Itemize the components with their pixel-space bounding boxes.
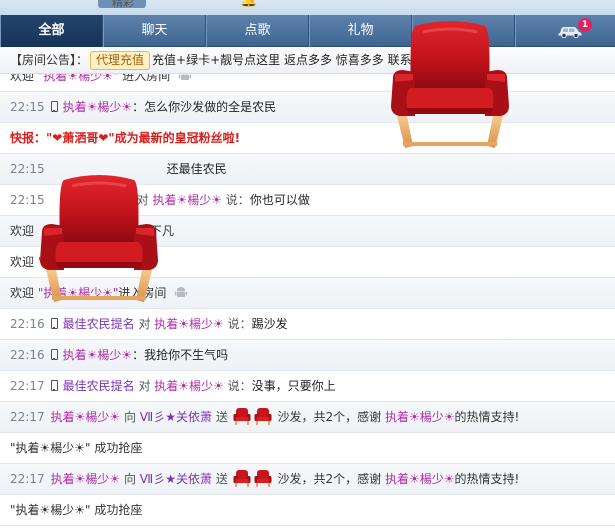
chat-room-window: 精彩 🔔 全部 聊天 点歌 礼物 1 【房间公告】： 代理充值 充值+绿卡+靓号点这… [0, 0, 615, 529]
sofa-chair-icon [40, 175, 158, 302]
user-nick[interactable]: 最佳农民提名 [63, 317, 135, 331]
message-row: 快报："❤萧洒哥❤"成为最新的皇冠粉丝啦! [0, 123, 615, 154]
message-time: 22:17 [10, 472, 45, 486]
user-nick[interactable]: 执着☀楊少☀ [385, 410, 455, 424]
phone-icon [50, 380, 58, 391]
user-nick[interactable]: "执着☀楊少☀" [38, 74, 119, 83]
sofa-chair-icon [233, 470, 251, 487]
message-text: 我抢你不生气吗 [144, 348, 229, 362]
tab-chat[interactable]: 聊天 [103, 15, 206, 47]
user-nick[interactable]: 执着☀楊少☀ [154, 317, 224, 331]
user-nick[interactable]: 执着☀楊少☀ [51, 472, 121, 486]
agent-recharge-button[interactable]: 代理充值 [90, 51, 151, 70]
sofa-chair-icon [233, 408, 251, 425]
message-row: 22:15 执着☀楊少☀：怎么你沙发做的全是农民 [0, 92, 615, 123]
message-time: 22:15 [10, 100, 45, 114]
message-text: 怎么你沙发做的全是农民 [144, 100, 277, 114]
message-text: 你也可以做 [249, 193, 310, 207]
gift-message-row: 22:17 执着☀楊少☀ 向 Ⅶ彡★关依萧 送 沙发，共2个，感谢 执着☀楊少☀的… [0, 402, 615, 433]
message-row: 欢迎 "执着☀楊少☀" 进入房间 [0, 74, 615, 92]
sofa-chair-icon [254, 408, 272, 425]
tab-all[interactable]: 全部 [0, 15, 103, 47]
user-nick[interactable]: 执着☀楊少☀ [63, 100, 133, 114]
message-time: 22:16 [10, 348, 45, 362]
android-icon [178, 74, 192, 80]
user-nick[interactable]: 执着☀楊少☀ [154, 379, 224, 393]
message-text: 没事，只要你上 [251, 379, 336, 393]
message-row: 22:16 执着☀楊少☀：我抢你不生气吗 [0, 340, 615, 371]
message-row: 22:17 最佳农民提名 对 执着☀楊少☀ 说：没事，只要你上 [0, 371, 615, 402]
phone-icon [50, 318, 58, 329]
message-row: 22:16 最佳农民提名 对 执着☀楊少☀ 说：踢沙发 [0, 309, 615, 340]
room-announcement: 【房间公告】： 代理充值 充值+绿卡+靓号点这里 返点多多 惊喜多多 联系 [0, 47, 615, 74]
gift-message-row: 22:17 执着☀楊少☀ 向 Ⅶ彡★关依萧 送 沙发，共2个，感谢 执着☀楊少☀的… [0, 464, 615, 495]
bell-icon: 🔔 [240, 0, 258, 8]
announcement-text[interactable]: 充值+绿卡+靓号点这里 返点多多 惊喜多多 联系 [152, 53, 412, 67]
message-time: 22:17 [10, 410, 45, 424]
message-row: "执着☀楊少☀" 成功抢座 [0, 433, 615, 464]
window-title-strip: 精彩 🔔 [0, 0, 615, 15]
tab-song[interactable]: 点歌 [206, 15, 309, 47]
car-button[interactable]: 1 [515, 15, 615, 47]
user-nick[interactable]: "执着☀楊少☀" [10, 441, 91, 455]
message-row: "执着☀楊少☀" 成功抢座 [0, 495, 615, 526]
user-nick[interactable]: "❤萧洒哥❤" [46, 131, 115, 145]
notification-badge: 1 [578, 18, 592, 32]
sofa-chair-icon [391, 21, 509, 148]
message-time: 22:17 [10, 379, 45, 393]
user-nick[interactable]: 最佳农民提名 [63, 379, 135, 393]
tab-bar: 全部 聊天 点歌 礼物 1 [0, 15, 615, 47]
sofa-chair-icon [254, 470, 272, 487]
phone-icon [50, 101, 58, 112]
phone-icon [50, 349, 58, 360]
user-nick[interactable]: Ⅶ彡★关依萧 [140, 410, 212, 424]
user-nick[interactable]: 执着☀楊少☀ [385, 472, 455, 486]
title-text: 精彩 [112, 0, 134, 9]
user-nick[interactable]: 执着☀楊少☀ [51, 410, 121, 424]
android-icon [175, 287, 188, 297]
message-time: 22:16 [10, 317, 45, 331]
message-text: 踢沙发 [251, 317, 288, 331]
user-nick[interactable]: Ⅶ彡★关依萧 [140, 472, 212, 486]
user-nick[interactable]: 执着☀楊少☀ [63, 348, 133, 362]
message-text: 还最佳农民 [166, 162, 227, 176]
announcement-label: 【房间公告】： [10, 53, 89, 67]
user-nick[interactable]: "执着☀楊少☀" [10, 503, 91, 517]
